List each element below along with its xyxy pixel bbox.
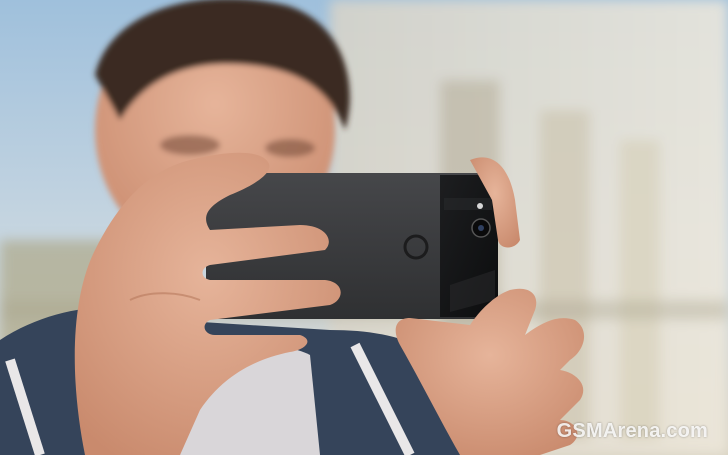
flash-icon (477, 203, 483, 209)
photo-illustration (0, 0, 728, 455)
photo-scene: GSMArena.com (0, 0, 728, 455)
watermark-text: GSMArena.com (556, 420, 708, 442)
